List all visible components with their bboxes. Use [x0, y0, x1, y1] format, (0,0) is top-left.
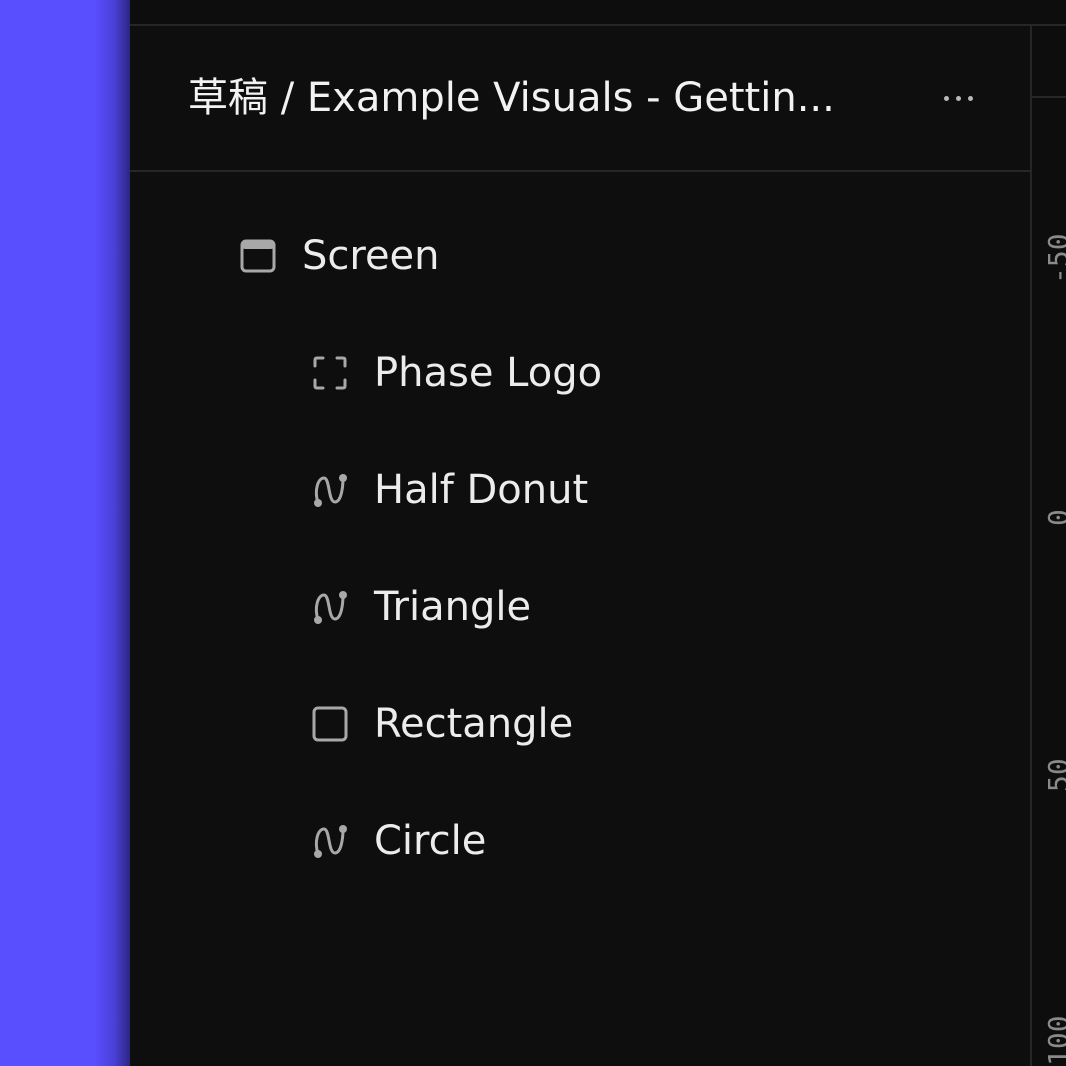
layer-label: Phase Logo [374, 350, 603, 396]
vertical-ruler: -50 0 50 100 [1032, 26, 1066, 1066]
top-toolbar [130, 0, 1066, 26]
path-icon [310, 470, 350, 510]
layer-item-circle[interactable]: Circle [310, 811, 486, 871]
app-window: 草稿 / Example Visuals - Gettin... Screen [0, 0, 1066, 1066]
screen-icon [238, 236, 278, 276]
rectangle-icon [310, 704, 350, 744]
ruler-tick-label: 0 [1042, 486, 1066, 526]
path-icon [310, 587, 350, 627]
layer-label: Screen [302, 233, 440, 279]
frame-bracket-icon [310, 353, 350, 393]
ruler-tick-label: 50 [1042, 758, 1066, 792]
ruler-divider [1032, 96, 1066, 98]
more-dot [955, 95, 961, 101]
layers-panel: 草稿 / Example Visuals - Gettin... Screen [130, 26, 1030, 1066]
panel-header: 草稿 / Example Visuals - Gettin... [130, 26, 1030, 172]
layer-item-phase-logo[interactable]: Phase Logo [310, 343, 602, 403]
layer-label: Circle [374, 818, 487, 864]
layer-label: Rectangle [374, 701, 574, 747]
more-dot [967, 95, 973, 101]
ruler-tick-label: 100 [1042, 1015, 1066, 1066]
ruler-tick-label: -50 [1042, 233, 1066, 284]
more-options-button[interactable] [930, 82, 986, 114]
layer-item-rectangle[interactable]: Rectangle [310, 694, 573, 754]
layer-label: Triangle [374, 584, 532, 630]
layer-label: Half Donut [374, 467, 589, 513]
layer-item-screen[interactable]: Screen [238, 226, 440, 286]
layer-item-triangle[interactable]: Triangle [310, 577, 531, 637]
accent-strip [0, 0, 130, 1066]
more-dot [943, 95, 949, 101]
path-icon [310, 821, 350, 861]
layer-item-half-donut[interactable]: Half Donut [310, 460, 588, 520]
breadcrumb[interactable]: 草稿 / Example Visuals - Gettin... [188, 72, 888, 124]
